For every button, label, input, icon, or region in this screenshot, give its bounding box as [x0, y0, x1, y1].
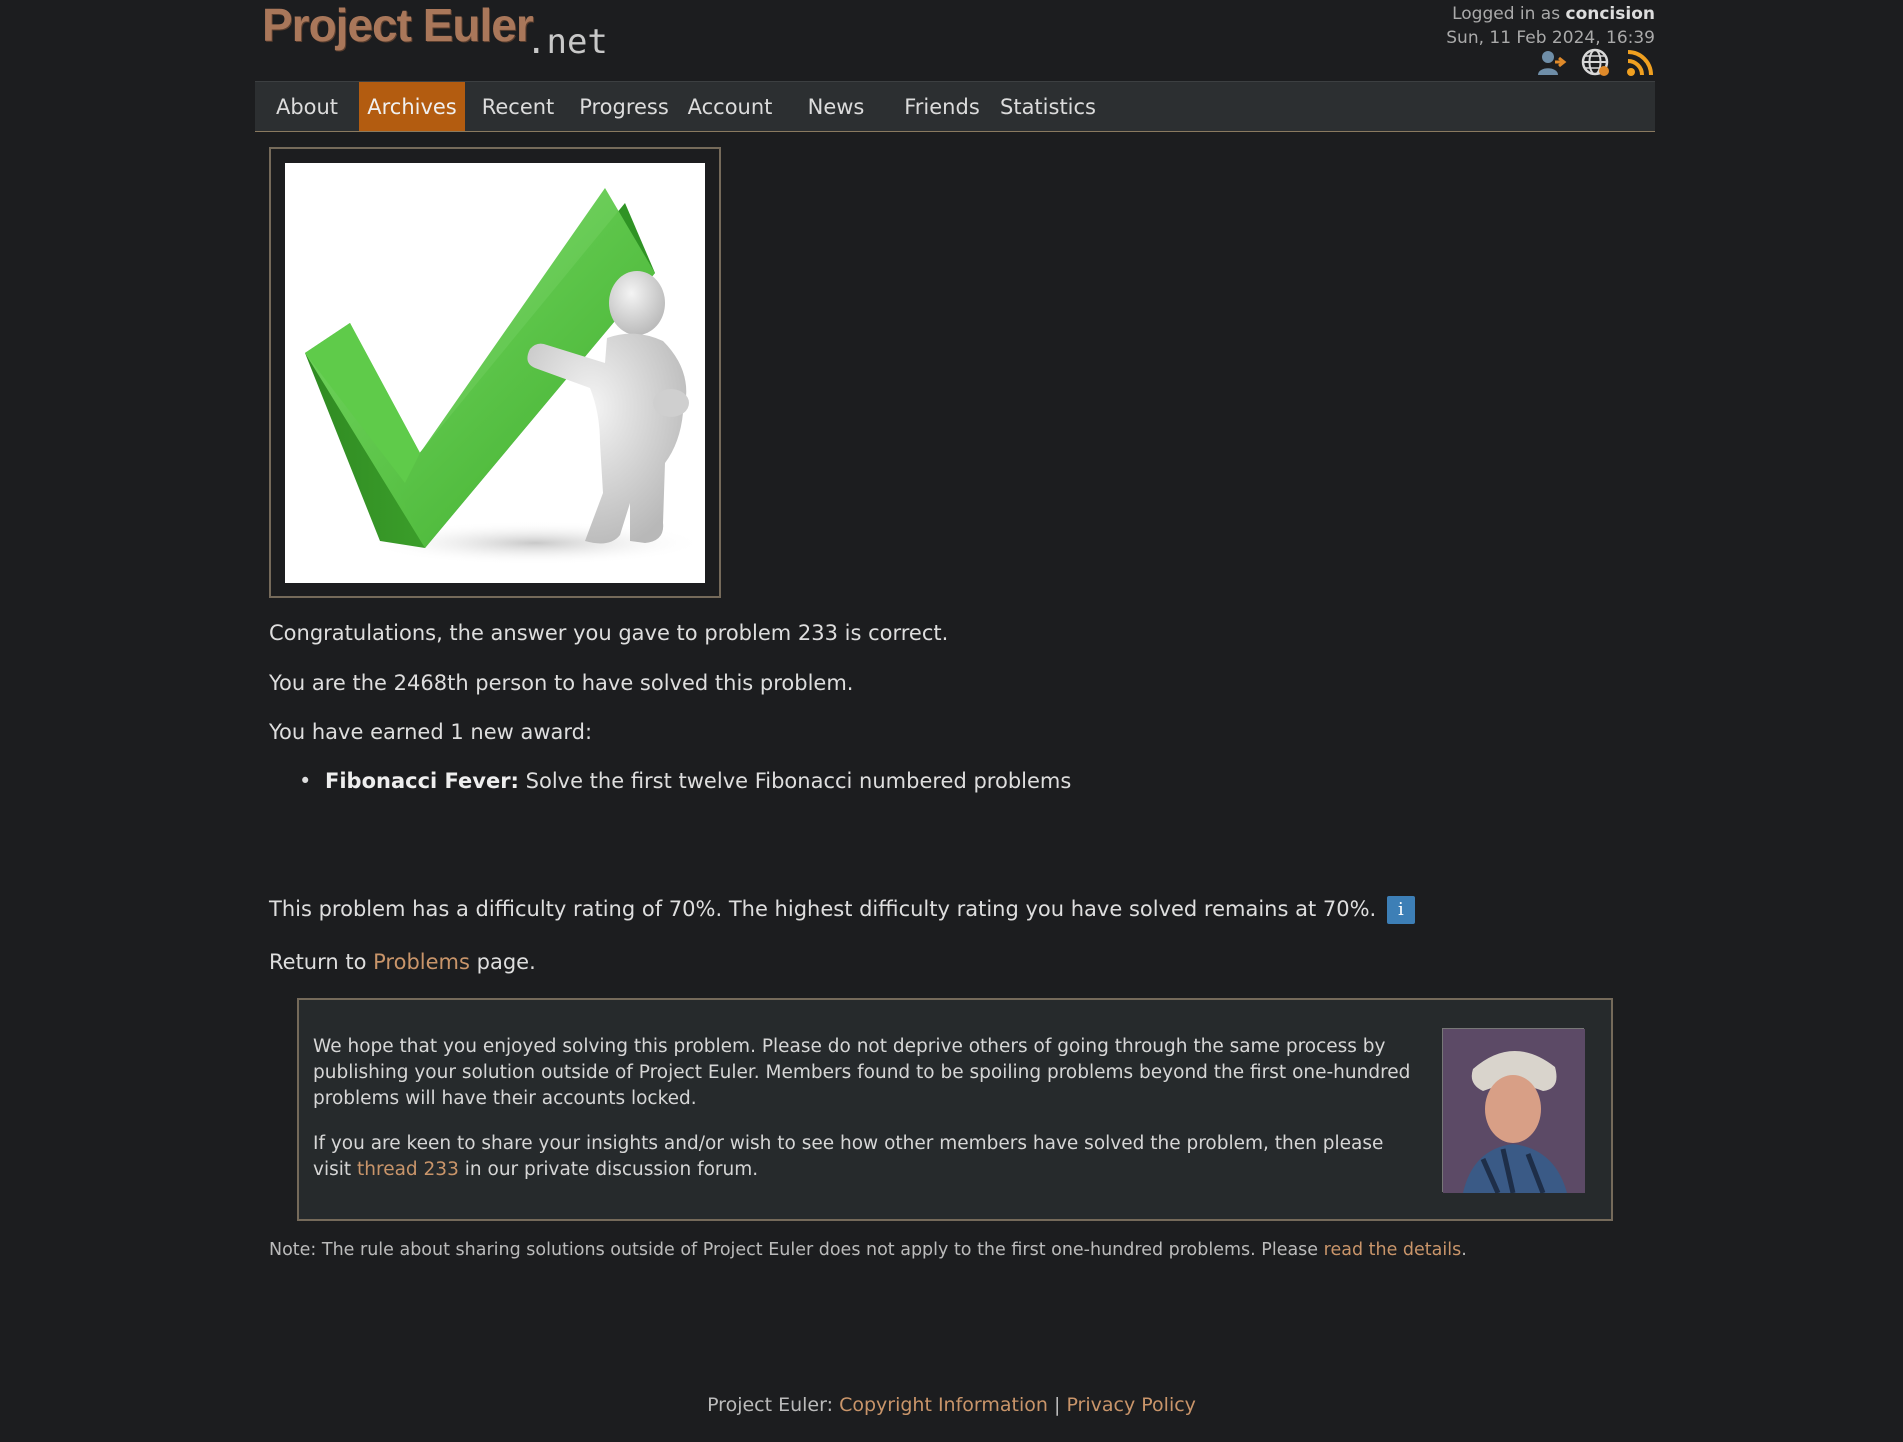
spoiler-notice-box: We hope that you enjoyed solving this pr…	[297, 998, 1613, 1221]
difficulty-line: This problem has a difficulty rating of …	[269, 896, 1415, 924]
page: Project Euler .net Logged in as concisio…	[0, 0, 1903, 1442]
euler-portrait	[1442, 1028, 1585, 1195]
site-logo[interactable]: Project Euler .net	[262, 0, 608, 62]
spoiler-notice-text: We hope that you enjoyed solving this pr…	[313, 1034, 1423, 1202]
award-name: Fibonacci Fever:	[325, 769, 519, 793]
rank-message: You are the 2468th person to have solved…	[269, 671, 854, 695]
notice-p2-suffix: in our private discussion forum.	[464, 1159, 759, 1180]
checkmark-image	[285, 163, 705, 583]
problems-link[interactable]: Problems	[373, 950, 470, 974]
info-icon[interactable]: i	[1386, 896, 1415, 924]
difficulty-message: This problem has a difficulty rating of …	[269, 897, 1377, 921]
nav-item-recent[interactable]: Recent	[465, 82, 571, 131]
globe-icon[interactable]	[1581, 48, 1611, 78]
award-description: Solve the first twelve Fibonacci numbere…	[525, 769, 1072, 793]
page-footer: Project Euler: Copyright Information | P…	[0, 1394, 1903, 1416]
username[interactable]: concision	[1566, 4, 1656, 24]
note-suffix: .	[1461, 1240, 1467, 1260]
logged-in-line: Logged in as concision	[1446, 2, 1655, 26]
footer-separator: |	[1053, 1394, 1061, 1416]
nav-item-archives[interactable]: Archives	[359, 82, 465, 131]
success-image-frame	[269, 147, 721, 598]
return-prefix: Return to	[269, 950, 367, 974]
nav-item-statistics[interactable]: Statistics	[995, 82, 1101, 131]
logged-in-label: Logged in as	[1452, 4, 1561, 24]
main-nav: About Archives Recent Progress Account N…	[255, 81, 1655, 132]
current-datetime: Sun, 11 Feb 2024, 16:39	[1446, 28, 1655, 48]
nav-item-account[interactable]: Account	[677, 82, 783, 131]
header-icons	[1537, 48, 1655, 78]
return-line: Return to Problems page.	[269, 950, 536, 974]
return-suffix: page.	[476, 950, 536, 974]
rss-icon[interactable]	[1625, 48, 1655, 78]
thread-link[interactable]: thread 233	[357, 1159, 459, 1180]
logout-icon[interactable]	[1537, 48, 1567, 78]
award-intro: You have earned 1 new award:	[269, 720, 593, 744]
user-info: Logged in as concision Sun, 11 Feb 2024,…	[1446, 2, 1655, 50]
nav-item-progress[interactable]: Progress	[571, 82, 677, 131]
privacy-link[interactable]: Privacy Policy	[1066, 1394, 1195, 1416]
logo-main-text: Project Euler	[262, 0, 534, 51]
sharing-rule-note: Note: The rule about sharing solutions o…	[269, 1240, 1467, 1260]
nav-item-friends[interactable]: Friends	[889, 82, 995, 131]
congrats-message: Congratulations, the answer you gave to …	[269, 621, 949, 645]
nav-item-news[interactable]: News	[783, 82, 889, 131]
notice-paragraph-1: We hope that you enjoyed solving this pr…	[313, 1036, 1411, 1109]
logo-suffix-text: .net	[526, 22, 608, 62]
nav-item-about[interactable]: About	[255, 82, 359, 131]
notice-paragraph-2: If you are keen to share your insights a…	[313, 1131, 1423, 1183]
read-details-link[interactable]: read the details	[1324, 1240, 1462, 1260]
footer-prefix: Project Euler:	[707, 1394, 834, 1416]
note-text: Note: The rule about sharing solutions o…	[269, 1240, 1319, 1260]
copyright-link[interactable]: Copyright Information	[839, 1394, 1048, 1416]
